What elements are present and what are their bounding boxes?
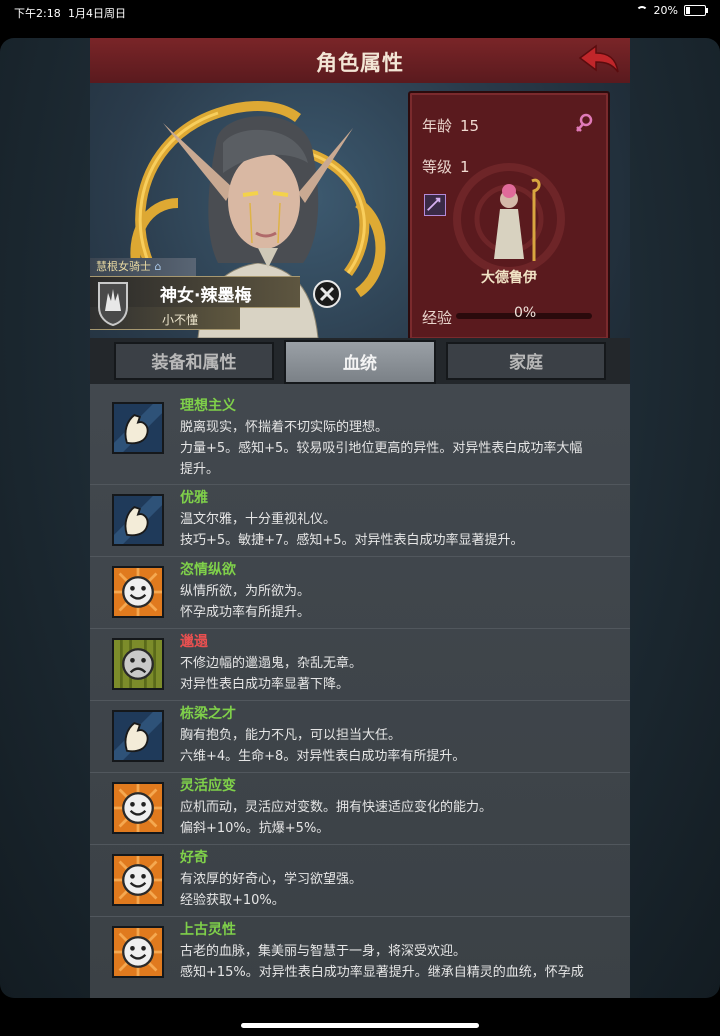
trait-row[interactable]: 优雅温文尔雅，十分重视礼仪。技巧+5。敏捷+7。感知+5。对异性表白成功率显著提…: [90, 484, 630, 557]
character-name: 神女·辣墨梅: [160, 286, 252, 306]
job-emblem-icon: [453, 163, 565, 275]
trait-name: 好奇: [180, 850, 208, 866]
trait-name: 上古灵性: [180, 922, 236, 938]
female-icon: [576, 113, 593, 132]
trait-description-line: 对异性表白成功率显著下降。: [180, 677, 350, 692]
character-panel: 角色属性 慧根女骑士 ⌂ 神女·辣墨梅 小不懂 年龄 15 等级 1 大德鲁伊 …: [90, 38, 630, 998]
arm-icon: [112, 710, 164, 762]
job-name: 大德鲁伊: [481, 270, 537, 286]
trait-description-line: 古老的血脉，集美丽与智慧于一身，将深受欢迎。: [180, 944, 467, 959]
trait-description-line: 六维+4。生命+8。对异性表白成功率有所提升。: [180, 749, 466, 764]
trait-text: 优雅温文尔雅，十分重视礼仪。技巧+5。敏捷+7。感知+5。对异性表白成功率显著提…: [180, 488, 610, 551]
status-time: 下午2:18: [14, 7, 61, 20]
trait-description-line: 纵情所欲，为所欲为。: [180, 584, 311, 599]
game-screen: 角色属性 慧根女骑士 ⌂ 神女·辣墨梅 小不懂 年龄 15 等级 1 大德鲁伊 …: [0, 38, 720, 998]
battery-percent: 20%: [653, 4, 678, 17]
trait-name: 优雅: [180, 490, 208, 506]
trait-text: 好奇有浓厚的好奇心，学习欲望强。 经验获取+10%。: [180, 848, 610, 911]
trait-description-line: 有浓厚的好奇心，学习欲望强。: [180, 872, 363, 887]
age-value: 15: [460, 117, 480, 135]
trait-description-line: 力量+5。感知+5。较易吸引地位更高的异性。对异性表白成功率大幅: [180, 441, 583, 456]
exp-label: 经验: [422, 309, 453, 327]
status-right: 20%: [635, 4, 708, 17]
status-bar: 下午2:18 1月4日周日 20%: [0, 0, 720, 24]
character-title: 小不懂: [162, 313, 199, 327]
trait-name: 灵活应变: [180, 778, 236, 794]
tab-equipment[interactable]: 装备和属性: [114, 342, 274, 380]
trait-row[interactable]: 栋梁之才胸有抱负，能力不凡，可以担当大任。六维+4。生命+8。对异性表白成功率有…: [90, 700, 630, 773]
smile-icon: [112, 782, 164, 834]
trait-description-line: 技巧+5。敏捷+7。感知+5。对异性表白成功率显著提升。: [180, 533, 524, 548]
trait-row[interactable]: 邋遢不修边幅的邋遢鬼，杂乱无章。 对异性表白成功率显著下降。: [90, 628, 630, 701]
trait-row[interactable]: 上古灵性古老的血脉，集美丽与智慧于一身，将深受欢迎。感知+15%。对异性表白成功…: [90, 916, 630, 998]
trait-text: 恣情纵欲纵情所欲，为所欲为。 怀孕成功率有所提升。: [180, 560, 610, 623]
exp-percent: 0%: [514, 305, 537, 321]
header-bar: 角色属性: [90, 38, 630, 85]
trait-description-line: 脱离现实，怀揣着不切实际的理想。: [180, 420, 389, 435]
trait-text: 上古灵性古老的血脉，集美丽与智慧于一身，将深受欢迎。感知+15%。对异性表白成功…: [180, 920, 610, 983]
trait-description-line: 经验获取+10%。: [180, 893, 285, 908]
back-arrow-icon[interactable]: [576, 44, 620, 76]
close-icon[interactable]: [312, 279, 342, 309]
trait-text: 灵活应变应机而动，灵活应对变数。拥有快速适应变化的能力。 偏斜+10%。抗爆+5%…: [180, 776, 610, 839]
trait-name: 邋遢: [180, 634, 208, 650]
frown-icon: [112, 638, 164, 690]
battery-icon: [684, 5, 708, 16]
trait-row[interactable]: 灵活应变应机而动，灵活应对变数。拥有快速适应变化的能力。 偏斜+10%。抗爆+5%…: [90, 772, 630, 845]
smile-icon: [112, 926, 164, 978]
tab-bloodline[interactable]: 血统: [284, 340, 436, 384]
trait-description-line: 感知+15%。对异性表白成功率显著提升。继承自精灵的血统，怀孕成: [180, 965, 584, 980]
trait-list[interactable]: 理想主义脱离现实，怀揣着不切实际的理想。力量+5。感知+5。较易吸引地位更高的异…: [90, 384, 630, 998]
arm-icon: [112, 494, 164, 546]
age-row: 年龄 15: [422, 115, 479, 136]
trait-row[interactable]: 恣情纵欲纵情所欲，为所欲为。 怀孕成功率有所提升。: [90, 556, 630, 629]
stats-card: 年龄 15 等级 1 大德鲁伊 经验 0%: [408, 91, 610, 338]
trait-description-line: 不修边幅的邋遢鬼，杂乱无章。: [180, 656, 363, 671]
class-label: 慧根女骑士 ⌂: [90, 258, 196, 276]
trait-description-line: 提升。: [180, 462, 220, 477]
trait-name: 恣情纵欲: [180, 562, 236, 578]
smile-icon: [112, 854, 164, 906]
trait-description-line: 怀孕成功率有所提升。: [180, 605, 311, 620]
tab-bar: 装备和属性 血统 家庭: [90, 338, 630, 384]
tab-family[interactable]: 家庭: [446, 342, 606, 380]
battery-fill: [686, 7, 690, 14]
trait-name: 理想主义: [180, 398, 236, 414]
faction-shield-icon: [98, 282, 128, 327]
character-area: 慧根女骑士 ⌂ 神女·辣墨梅 小不懂 年龄 15 等级 1 大德鲁伊 经验 0%: [90, 83, 630, 338]
trait-row[interactable]: 理想主义脱离现实，怀揣着不切实际的理想。力量+5。感知+5。较易吸引地位更高的异…: [90, 392, 630, 485]
status-date: 1月4日周日: [68, 7, 126, 20]
trait-name: 栋梁之才: [180, 706, 236, 722]
trait-description-line: 温文尔雅，十分重视礼仪。: [180, 512, 337, 527]
trait-description-line: 偏斜+10%。抗爆+5%。: [180, 821, 330, 836]
class-text: 慧根女骑士: [96, 260, 151, 273]
trait-description-line: 应机而动，灵活应对变数。拥有快速适应变化的能力。: [180, 800, 493, 815]
page-title: 角色属性: [316, 51, 404, 75]
trait-row[interactable]: 好奇有浓厚的好奇心，学习欲望强。 经验获取+10%。: [90, 844, 630, 917]
trait-text: 邋遢不修边幅的邋遢鬼，杂乱无章。 对异性表白成功率显著下降。: [180, 632, 610, 695]
age-label: 年龄: [422, 117, 453, 135]
home-indicator[interactable]: [241, 1023, 479, 1028]
trait-text: 栋梁之才胸有抱负，能力不凡，可以担当大任。六维+4。生命+8。对异性表白成功率有…: [180, 704, 610, 767]
trait-description-line: 胸有抱负，能力不凡，可以担当大任。: [180, 728, 402, 743]
smile-icon: [112, 566, 164, 618]
arm-icon: [112, 402, 164, 454]
trait-text: 理想主义脱离现实，怀揣着不切实际的理想。力量+5。感知+5。较易吸引地位更高的异…: [180, 396, 610, 480]
wifi-icon: [635, 6, 648, 15]
